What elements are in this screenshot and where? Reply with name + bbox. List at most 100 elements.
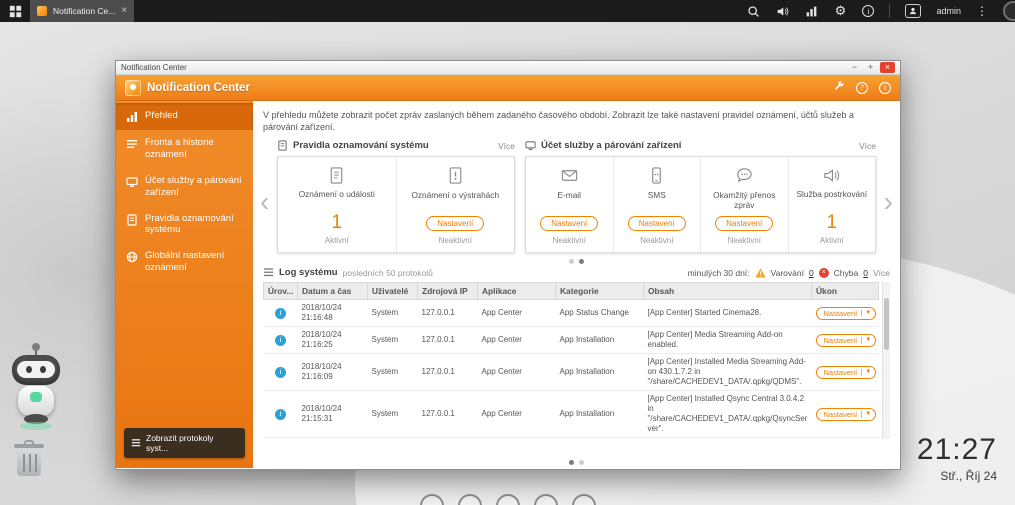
taskbar: Notification Ce... × ⚙ i admin ⋮ [0,0,1015,22]
maximize-button[interactable]: + [864,62,877,73]
tab-close-icon[interactable]: × [121,6,127,16]
bottom-dock [0,494,1015,505]
page-dot-active[interactable] [569,460,574,465]
dock-item[interactable] [571,494,596,505]
col-datetime[interactable]: Datum a čas [297,282,368,301]
carousel-pagination [277,259,876,265]
log-title: Log systému [279,267,338,279]
background-tasks-icon[interactable] [804,4,818,18]
card-label: Okamžitý přenos zpráv [713,190,776,211]
log-row[interactable]: i 2018/10/2421:15:30 System 127.0.0.1 Ap… [263,437,879,440]
app-title: Notification Center [147,81,250,94]
user-icon[interactable] [905,4,922,18]
alert-settings-button[interactable]: Nastavení [426,215,485,232]
dock-item[interactable] [419,494,444,505]
services-more-link[interactable]: Více [859,141,876,151]
log-ip: 127.0.0.1 [417,353,478,392]
carousel-dot[interactable] [569,259,574,265]
push-service-count[interactable]: 1 [826,213,837,232]
tools-wrench-icon[interactable] [833,79,845,97]
log-row[interactable]: i 2018/10/24 21:15:31 System 127.0.0.1 Ap… [263,390,879,439]
log-user: System [367,299,418,328]
card-label: SMS [647,190,666,201]
log-category: App Installation [555,353,644,392]
log-category: App Installation [555,390,644,439]
log-app: App Center [477,437,556,440]
global-settings-icon [126,251,138,263]
overview-carousel: ‹ › Pravidla oznamování systému Více Ozn… [260,140,893,265]
sms-settings-button[interactable]: Nastavení [627,215,686,232]
dock-item[interactable] [533,494,558,505]
help-icon[interactable]: ? [856,81,868,94]
carousel-next-icon[interactable]: › [884,188,893,216]
log-category: App Installation [555,437,644,440]
log-more-link[interactable]: Více [873,268,890,278]
main-menu-icon[interactable] [8,4,22,18]
row-settings-button[interactable]: Nastavení ▼ [815,333,877,347]
error-count[interactable]: 0 [863,268,868,278]
sidebar-item-overview[interactable]: Přehled [116,103,253,130]
card-status: Neaktivní [727,236,761,246]
push-speaker-icon [822,166,841,186]
user-name[interactable]: admin [936,6,961,16]
settings-gear-icon[interactable]: ⚙ [833,4,847,18]
close-button[interactable]: × [880,62,895,73]
col-user[interactable]: Uživatelé [367,282,418,301]
col-content[interactable]: Obsah [643,282,812,301]
sidebar-item-label: Pravidla oznamování systému [145,212,234,236]
taskbar-tab-notification-center[interactable]: Notification Ce... × [30,0,135,22]
log-ip: 127.0.0.1 [417,326,478,355]
sidebar-item-system-rules[interactable]: Pravidla oznamování systému [116,206,253,244]
minimize-button[interactable]: − [848,62,861,73]
sidebar-item-label: Fronta a historie oznámení [145,137,214,160]
scrollbar-thumb[interactable] [884,298,889,351]
event-rules-count[interactable]: 1 [331,213,342,232]
log-row[interactable]: i 2018/10/24 21:16:09 System 127.0.0.1 Ap… [263,353,879,392]
volume-icon[interactable] [775,4,789,18]
sidebar-item-service-account[interactable]: Účet služby a párování zařízení [116,168,253,206]
log-content: [App Center] Media Streaming Add-on enab… [643,326,812,355]
info-level-icon: i [275,334,286,346]
log-ip: 127.0.0.1 [417,390,478,439]
col-source-ip[interactable]: Zdrojová IP [417,282,478,301]
overview-page-dots [253,460,900,465]
card-status: Aktivní [324,236,349,246]
event-notifications-card: Oznámení o události 1 Aktivní [278,157,397,253]
sidebar-item-queue-history[interactable]: Fronta a historie oznámení [116,130,253,168]
page-dot[interactable] [579,460,584,465]
carousel-dot-active[interactable] [579,259,584,265]
show-system-logs-button[interactable]: Zobrazit protokoly syst... [124,428,245,458]
instant-messaging-settings-button[interactable]: Nastavení [715,215,774,232]
col-application[interactable]: Aplikace [477,282,556,301]
system-log-table-container: Úrov... Datum a čas Uživatelé Zdrojová I… [263,282,890,440]
carousel-prev-icon[interactable]: ‹ [260,188,269,216]
dashboard-info-icon[interactable]: i [862,5,875,17]
log-content: [App Center] Started Cinema28. [643,299,812,328]
more-options-icon[interactable]: ⋮ [976,5,988,17]
col-category[interactable]: Kategorie [555,282,644,301]
log-app: App Center [477,299,556,328]
sidebar-item-global-settings[interactable]: Globální nastavení oznámení [116,243,253,281]
email-settings-button[interactable]: Nastavení [540,215,599,232]
sms-card: SMS Nastavení Neaktivní [614,157,701,253]
warning-count[interactable]: 0 [809,268,814,278]
window-titlebar: Notification Center − + × [116,61,900,75]
row-settings-button[interactable]: Nastavení ▼ [815,407,877,421]
row-settings-button[interactable]: Nastavení ▼ [815,306,877,320]
assistant-robot[interactable] [4,343,74,434]
about-info-icon[interactable]: i [879,81,891,94]
overview-icon [126,111,138,123]
rules-more-link[interactable]: Více [498,141,515,151]
log-row[interactable]: i 2018/10/24 21:16:48 System 127.0.0.1 Ap… [263,299,879,328]
recycle-bin-icon[interactable] [14,440,44,478]
table-scrollbar[interactable] [882,282,890,440]
col-action[interactable]: Úkon [811,282,879,301]
col-level[interactable]: Úrov... [263,282,298,301]
edge-widget-icon[interactable] [1003,1,1015,21]
log-row[interactable]: i 2018/10/24 21:16:25 System 127.0.0.1 Ap… [263,326,879,355]
dock-item[interactable] [457,494,482,505]
row-settings-button[interactable]: Nastavení ▼ [815,365,877,379]
dock-item[interactable] [495,494,520,505]
card-label: Oznámení o výstrahách [411,190,500,201]
search-icon[interactable] [746,4,760,18]
